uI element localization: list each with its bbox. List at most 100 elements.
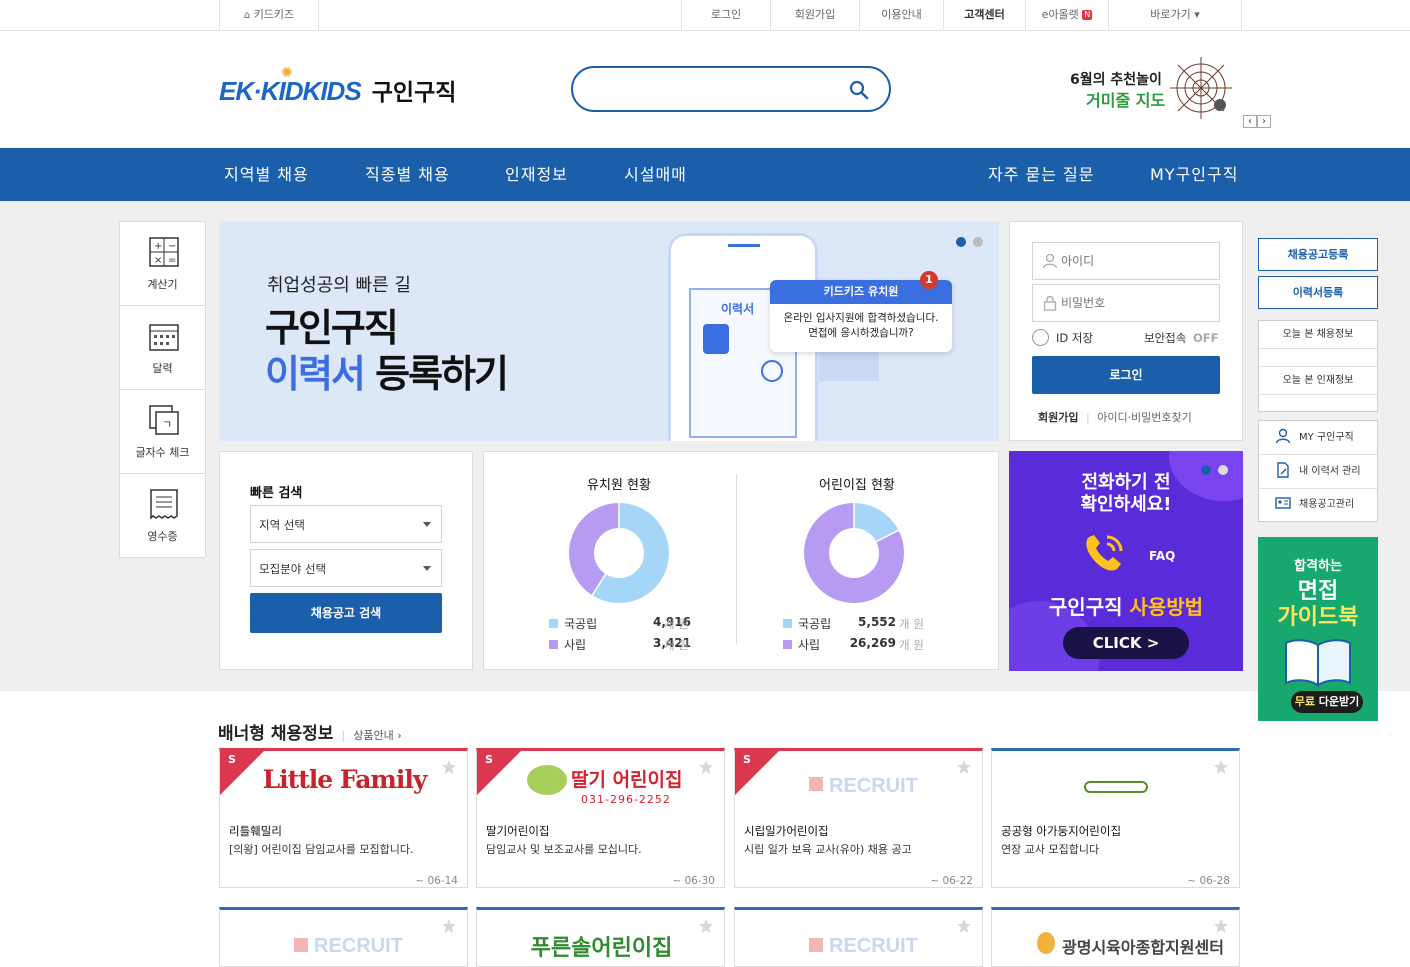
promo-prev-button[interactable]: ‹ [1243,115,1257,128]
recent-talent-link[interactable]: 오늘 본 인재정보 [1259,367,1377,395]
faq-banner[interactable]: 전화하기 전 확인하세요! FAQ 구인구직 사용방법 CLICK > [1009,451,1243,671]
house-icon [809,938,823,952]
my-jobs-link[interactable]: 채용공고관리 [1259,489,1377,521]
char-count-icon: ㄱ [149,405,179,435]
product-info-link[interactable]: 상품안내 › [353,729,401,742]
post-resume-button[interactable]: 이력서등록 [1258,276,1378,309]
job-card[interactable]: 공공형 아가둥지어린이집 연장 교사 모집합니다 ~ 06-28 [991,748,1240,888]
id-input[interactable] [1061,252,1211,270]
company-logo [1084,781,1148,793]
job-card[interactable]: 광명시육아종합지원센터 [991,907,1240,967]
search-box [571,66,891,112]
signup-link-2[interactable]: 회원가입 [1038,411,1078,424]
site-logo[interactable]: ✺ EK·KIDKIDS 구인구직 [219,65,456,113]
nav-category-jobs[interactable]: 직종별 채용 [365,148,450,201]
company-logo: Little Family [262,765,428,794]
star-icon[interactable] [956,759,972,775]
region-select[interactable]: 지역 선택 [250,505,442,543]
daycare-stats: 어린이집 현황 국공립 사립 5,552 26,269 개 원 개 원 [737,452,999,671]
promo-banner[interactable]: 6월의 추천놀이 거미줄 지도 [1068,57,1238,123]
new-badge: N [1082,10,1093,20]
hero-dot-2[interactable] [973,237,983,247]
recent-box: 오늘 본 채용정보 오늘 본 인재정보 [1258,320,1378,412]
save-id-checkbox[interactable] [1032,329,1049,346]
tool-char-count[interactable]: ㄱ 글자수 체크 [120,390,205,474]
job-search-button[interactable]: 채용공고 검색 [250,593,442,633]
recent-jobs-link[interactable]: 오늘 본 채용정보 [1259,321,1377,349]
stats-panel: 유치원 현황 국공립 사립 4,916 3,421 개 원 개 원 어린이집 현… [483,451,999,670]
nav-talent[interactable]: 인재정보 [505,148,568,201]
my-resume-link[interactable]: 내 이력서 관리 [1259,455,1377,489]
support-link[interactable]: 고객센터 [943,0,1025,30]
calculator-icon: + −× = [149,237,179,267]
guide-download-button[interactable]: 무료 다운받기 [1291,691,1363,713]
spider-web-icon [1170,57,1232,119]
shortcut-dropdown[interactable]: 바로가기 ▾ [1108,0,1242,30]
banner-section-header: 배너형 채용정보 | 상품안내 › [218,724,402,744]
post-job-button[interactable]: 채용공고등록 [1258,238,1378,271]
id-field[interactable] [1032,242,1220,280]
login-button[interactable]: 로그인 [1032,356,1220,394]
tool-calendar[interactable]: 달력 [120,306,205,390]
star-icon[interactable] [1213,918,1229,934]
s-badge: S [743,753,751,766]
star-icon[interactable] [441,918,457,934]
receipt-icon [150,489,178,519]
svg-text:+: + [154,241,162,252]
login-link[interactable]: 로그인 [681,0,770,30]
star-icon[interactable] [956,918,972,934]
kindergarten-donut-chart [569,503,669,603]
user-icon [1042,253,1058,269]
job-card[interactable]: 푸른솔어린이집 [476,907,725,967]
document-edit-icon [1277,462,1289,478]
home-icon: ⌂ [243,10,251,21]
svg-text:=: = [168,255,176,266]
id-card-icon [1275,497,1291,509]
login-links: 회원가입 | 아이디·비밀번호찾기 [1038,411,1192,424]
password-input[interactable] [1061,294,1211,312]
book-icon [1285,639,1351,687]
tool-calculator[interactable]: + − × = 계산기 [120,222,205,306]
faq-click-button[interactable]: CLICK > [1063,627,1189,659]
header: ✺ EK·KIDKIDS 구인구직 6월의 추천놀이 거미줄 지도 ‹ › [0,31,1410,148]
company-logo: RECRUIT [314,935,403,957]
kindergarten-stats: 유치원 현황 국공립 사립 4,916 3,421 개 원 개 원 [484,452,736,671]
password-field[interactable] [1032,284,1220,322]
s-badge: S [485,753,493,766]
person-icon [703,324,729,354]
search-icon[interactable] [848,79,870,101]
job-card[interactable]: S RECRUIT 시립일가어린이집 시립 일가 보육 교사(유아) 채용 공고… [734,748,983,888]
secure-login-toggle[interactable]: 보안접속 OFF [1144,330,1218,346]
hero-dot-1[interactable] [956,237,966,247]
field-select[interactable]: 모집분야 선택 [250,549,442,587]
search-input[interactable] [591,78,841,100]
find-account-link[interactable]: 아이디·비밀번호찾기 [1097,411,1192,424]
chevron-down-icon [423,522,431,527]
nav-faq[interactable]: 자주 묻는 질문 [988,148,1095,201]
svg-text:−: − [168,241,176,252]
quick-search-panel: 빠른 검색 지역 선택 모집분야 선택 채용공고 검색 [219,451,473,670]
signup-link[interactable]: 회원가입 [770,0,859,30]
job-card[interactable]: RECRUIT [219,907,468,967]
job-card[interactable]: S Little Family 리틀훼밀리 [의왕] 어린이집 담임교사를 모집… [219,748,468,888]
my-page-link[interactable]: MY 구인구직 [1259,421,1377,455]
star-icon[interactable] [698,759,714,775]
home-link[interactable]: ⌂ 키드키즈 [219,0,319,30]
top-utility-bar: ⌂ 키드키즈 로그인 회원가입 이용안내 고객센터 e아올렛 N 바로가기 ▾ [0,0,1410,31]
svg-text:ㄱ: ㄱ [162,418,172,431]
star-icon[interactable] [1213,759,1229,775]
guide-link[interactable]: 이용안내 [859,0,943,30]
nav-my[interactable]: MY구인구직 [1150,148,1238,201]
hero-banner[interactable]: 취업성공의 빠른 길 구인구직 이력서 등록하기 이력서 키드키즈 유치원 온라… [219,221,999,441]
nav-facility-trade[interactable]: 시설매매 [624,148,687,201]
tool-receipt[interactable]: 영수증 [120,474,205,558]
job-card[interactable]: S 딸기 어린이집 031-296-2252 딸기어린이집 담임교사 및 보조교… [476,748,725,888]
promo-next-button[interactable]: › [1257,115,1271,128]
eall-link[interactable]: e아올렛 N [1025,0,1108,30]
nav-region-jobs[interactable]: 지역별 채용 [224,148,309,201]
phone-call-icon [1086,535,1123,571]
company-logo: RECRUIT [829,775,918,797]
interview-guide-banner[interactable]: 합격하는 면접 가이드북 무료 다운받기 [1258,537,1378,721]
job-card[interactable]: RECRUIT [734,907,983,967]
login-panel: ID 저장 보안접속 OFF 로그인 회원가입 | 아이디·비밀번호찾기 [1009,221,1243,441]
